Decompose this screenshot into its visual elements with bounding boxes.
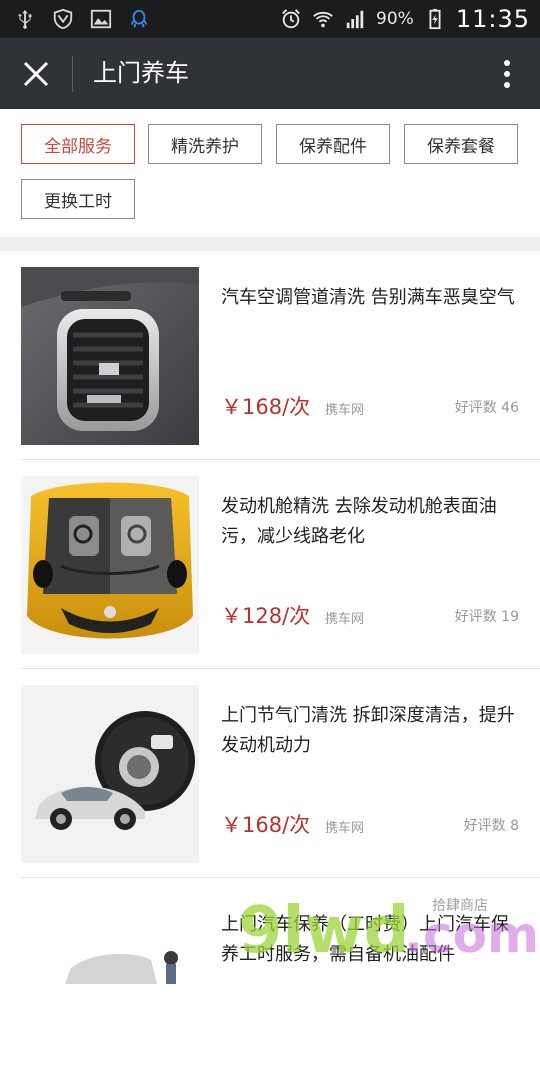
service-name: 汽车空调管道清洗 告别满车恶臭空气 (221, 287, 515, 308)
list-item[interactable]: 上门汽车保养（工时费）上门汽车保养工时服务，需自备机油配件 (0, 878, 540, 1087)
title-bar: 上门养车 (0, 38, 540, 109)
service-price: ￥168/次 (221, 395, 311, 419)
section-divider (0, 237, 540, 251)
close-icon (23, 61, 49, 87)
list-item[interactable]: 汽车空调管道清洗 告别满车恶臭空气 ￥168/次 携车网 好评数 46 (0, 251, 540, 460)
service-image-ac-vent (21, 267, 199, 445)
clock: 11:35 (455, 5, 530, 33)
filter-bar: 全部服务 精洗养护 保养配件 保养套餐 更换工时 (0, 109, 540, 237)
signal-icon (346, 10, 364, 29)
filter-chip-all-services[interactable]: 全部服务 (21, 124, 135, 164)
list-item[interactable]: 上门节气门清洗 拆卸深度清洁，提升发动机动力 ￥168/次 携车网 好评数 8 (0, 669, 540, 878)
alarm-icon (282, 9, 300, 29)
service-name: 上门节气门清洗 拆卸深度清洁，提升发动机动力 (221, 705, 515, 756)
service-name: 上门汽车保养（工时费）上门汽车保养工时服务，需自备机油配件 (221, 914, 509, 965)
service-price: ￥128/次 (221, 604, 311, 628)
service-source: 携车网 (325, 821, 365, 836)
qq-icon (130, 9, 148, 28)
gallery-icon (90, 9, 112, 29)
service-name: 发动机舱精洗 去除发动机舱表面油污，减少线路老化 (221, 496, 497, 547)
close-button[interactable] (16, 54, 56, 94)
review-count: 好评数 8 (463, 818, 519, 834)
filter-chip-packages[interactable]: 保养套餐 (404, 124, 518, 164)
service-price: ￥168/次 (221, 813, 311, 837)
battery-charging-icon (429, 8, 441, 30)
usb-icon (18, 9, 32, 29)
review-count: 好评数 19 (454, 609, 519, 625)
list-item[interactable]: 发动机舱精洗 去除发动机舱表面油污，减少线路老化 ￥128/次 携车网 好评数 … (0, 460, 540, 669)
battery-percent: 90% (376, 9, 414, 29)
filter-chip-fine-wash[interactable]: 精洗养护 (148, 124, 262, 164)
wifi-icon (313, 11, 333, 28)
service-source: 携车网 (325, 612, 365, 627)
service-image-throttle-body (21, 685, 199, 863)
title-divider (72, 56, 73, 92)
service-image-maintenance (21, 894, 199, 1072)
service-source: 携车网 (325, 403, 365, 418)
status-bar: 90% 11:35 (0, 0, 540, 38)
more-vertical-icon (504, 60, 510, 88)
filter-chip-labor[interactable]: 更换工时 (21, 179, 135, 219)
more-button[interactable] (494, 54, 520, 94)
review-count: 好评数 46 (454, 400, 519, 416)
filter-chip-parts[interactable]: 保养配件 (276, 124, 390, 164)
shield-icon (53, 8, 73, 30)
service-image-engine-bay (21, 476, 199, 654)
page-title: 上门养车 (93, 59, 189, 87)
